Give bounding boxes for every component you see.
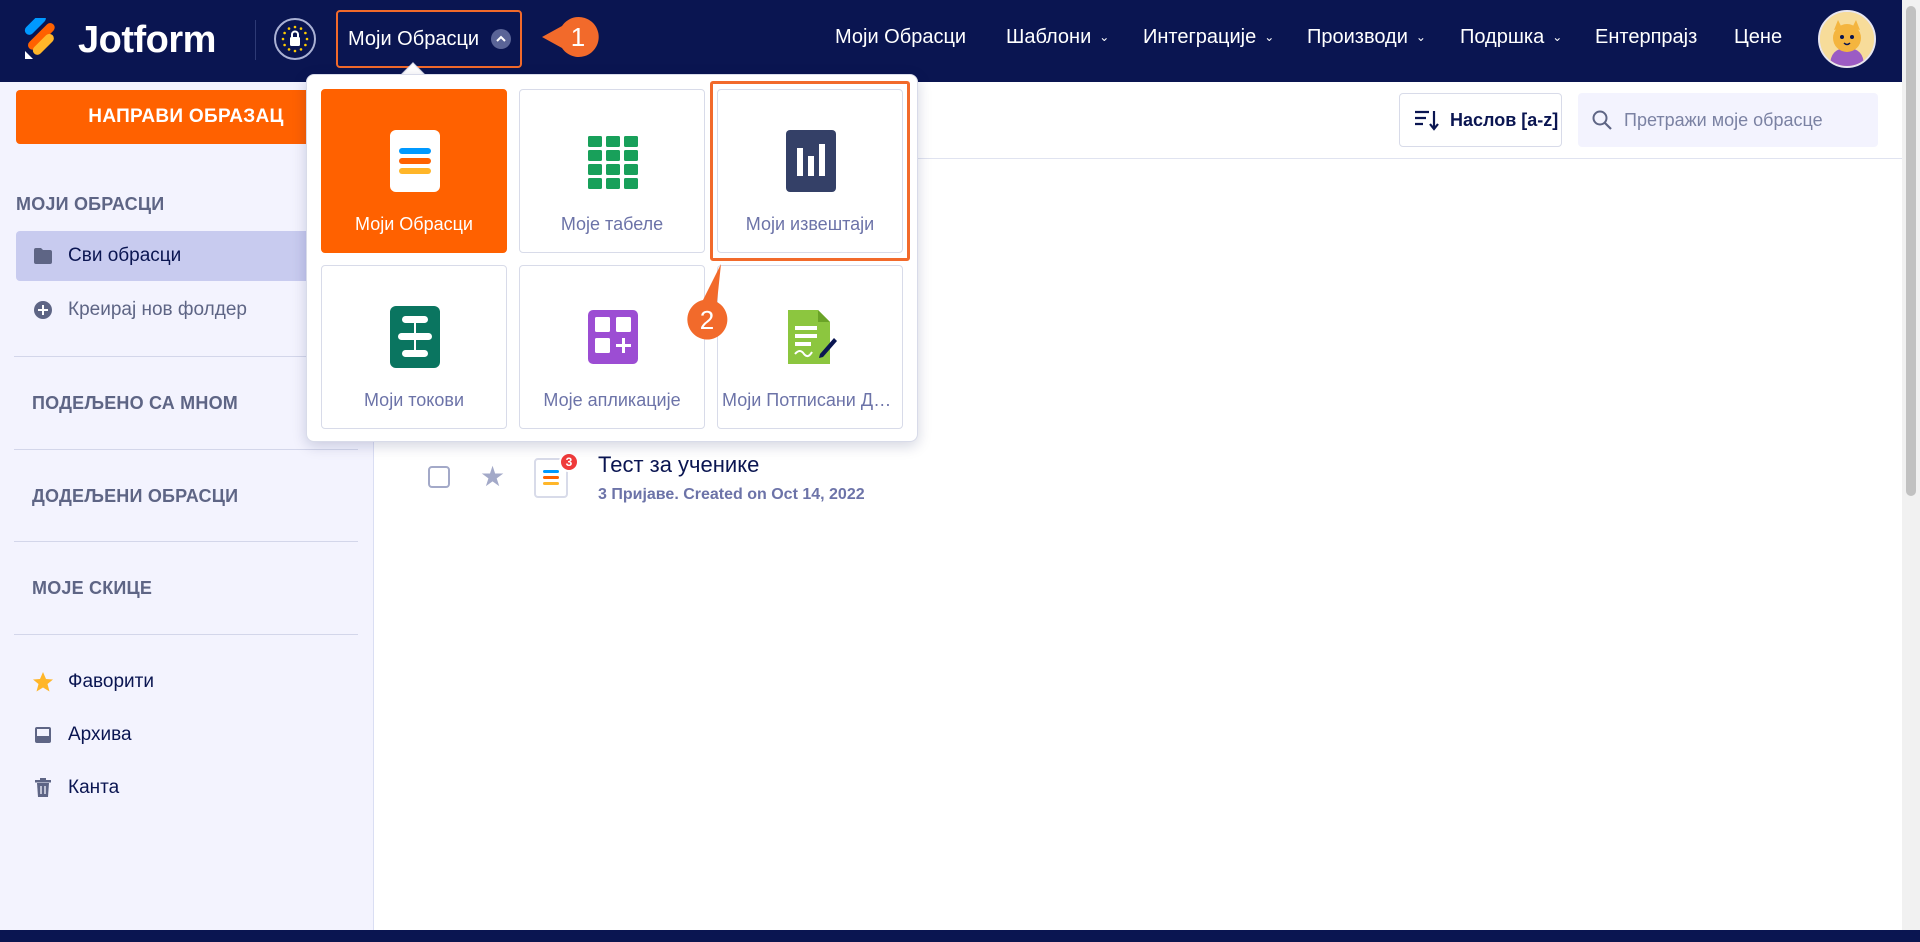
- search-input[interactable]: [1624, 109, 1874, 131]
- sort-icon: [1414, 109, 1440, 131]
- my-forms-section-title: МОЈИ ОБРАСЦИ: [16, 194, 165, 214]
- tile-my-workflows[interactable]: Моји токови: [321, 265, 507, 429]
- tile-label: Моје табеле: [560, 214, 664, 234]
- sidebar-item-create-folder[interactable]: Креирај нов фолдер: [16, 285, 356, 335]
- sidebar-item-assigned-forms[interactable]: ДОДЕЉЕНИ ОБРАСЦИ: [32, 486, 238, 507]
- logo-text: Jotform: [78, 18, 216, 61]
- top-navbar: Jotform Моји Обрасци 1 Моји Обрасци Шабл…: [0, 0, 1902, 82]
- form-list-item[interactable]: ★ 3 Тест за ученике 3 Пријаве. Created o…: [428, 452, 1328, 506]
- forms-icon: [388, 130, 442, 192]
- form-meta: 3 Пријаве. Created on Oct 14, 2022: [598, 486, 865, 503]
- create-form-button[interactable]: НАПРАВИ ОБРАЗАЦ: [16, 90, 356, 144]
- jotform-logo[interactable]: Jotform: [22, 13, 216, 62]
- favorite-star-icon[interactable]: ★: [480, 460, 505, 493]
- nav-label: Ентерпрајз: [1595, 26, 1698, 48]
- sidebar-divider: [14, 634, 358, 635]
- archive-icon: [32, 724, 54, 746]
- callout-2-number: 2: [700, 305, 714, 335]
- user-avatar[interactable]: [1818, 10, 1876, 68]
- nav-label: Подршка: [1460, 26, 1545, 48]
- step-2-highlight: [710, 81, 910, 261]
- chevron-down-icon: ⌄: [1264, 30, 1275, 44]
- sidebar-item-archive[interactable]: Архива: [16, 710, 356, 760]
- sidebar-item-shared-with-me[interactable]: ПОДЕЉЕНО СА МНОМ: [32, 393, 238, 414]
- step-1-callout: 1: [540, 14, 600, 60]
- nav-pricing[interactable]: Цене: [1734, 26, 1782, 49]
- sidebar-item-all-forms[interactable]: Сви обрасци: [16, 231, 356, 281]
- my-forms-dropdown-button[interactable]: Моји Обрасци: [336, 10, 522, 68]
- bottom-edge-bar: [0, 930, 1920, 942]
- page-scrollbar[interactable]: [1902, 0, 1920, 930]
- chevron-down-icon: ⌄: [1552, 30, 1563, 44]
- workflows-icon: [388, 306, 442, 368]
- tile-my-apps[interactable]: Моје апликације: [519, 265, 705, 429]
- apps-icon: [586, 306, 640, 368]
- sidebar-divider: [14, 541, 358, 542]
- sort-label: Наслов [a-z]: [1450, 109, 1559, 130]
- sidebar-item-label: Канта: [68, 777, 120, 798]
- form-checkbox[interactable]: [428, 466, 450, 488]
- tile-label: Моји Обрасци: [355, 214, 473, 234]
- nav-support[interactable]: Подршка ⌄: [1460, 26, 1562, 49]
- tile-my-forms[interactable]: Моји Обрасци: [321, 89, 507, 253]
- folder-icon: [32, 245, 54, 267]
- header-divider: [255, 20, 256, 60]
- search-icon: [1592, 110, 1612, 130]
- tile-my-signed-documents[interactable]: Моји Потписани Документи: [717, 265, 903, 429]
- nav-label: Производи: [1307, 26, 1408, 48]
- sidebar-item-label: Архива: [68, 724, 132, 745]
- step-2-callout: 2: [683, 262, 733, 346]
- sign-icon: [784, 306, 838, 368]
- sidebar-item-favorites[interactable]: Фаворити: [16, 657, 356, 707]
- tile-label: Моји токови: [363, 390, 465, 410]
- trash-icon: [32, 777, 54, 799]
- nav-integrations[interactable]: Интеграције ⌄: [1143, 26, 1274, 49]
- my-forms-button-label: Моји Обрасци: [348, 27, 480, 50]
- plus-circle-icon: [32, 299, 54, 321]
- nav-label: Шаблони: [1006, 26, 1092, 48]
- star-icon: [32, 671, 54, 693]
- nav-label: Моји Обрасци: [835, 26, 967, 48]
- nav-my-forms[interactable]: Моји Обрасци: [835, 26, 966, 49]
- tile-label: Моје апликације: [543, 390, 681, 410]
- sort-button[interactable]: Наслов [a-z]: [1399, 93, 1562, 147]
- nav-products[interactable]: Производи ⌄: [1307, 26, 1426, 49]
- submissions-badge: 3: [559, 452, 579, 472]
- nav-label: Интеграције: [1143, 26, 1257, 48]
- nav-enterprise[interactable]: Ентерпрајз: [1595, 26, 1697, 49]
- scrollbar-thumb[interactable]: [1906, 6, 1916, 496]
- chevron-down-icon: ⌄: [1099, 30, 1110, 44]
- tile-label: Моји Потписани Документи: [722, 390, 902, 410]
- sidebar-item-label: Фаворити: [68, 671, 154, 692]
- eu-gdpr-lock-icon[interactable]: [274, 18, 316, 60]
- sidebar-item-label: Креирај нов фолдер: [68, 299, 247, 320]
- chevron-up-icon: [491, 29, 512, 49]
- sidebar-item-trash[interactable]: Канта: [16, 763, 356, 813]
- chevron-down-icon: ⌄: [1415, 30, 1426, 44]
- search-box: [1578, 93, 1878, 147]
- sidebar-item-label: Сви обрасци: [68, 245, 182, 266]
- nav-label: Цене: [1734, 26, 1783, 48]
- sidebar-item-my-drafts[interactable]: МОЈЕ СКИЦЕ: [32, 578, 152, 599]
- form-title[interactable]: Тест за ученике: [598, 452, 759, 478]
- callout-1-number: 1: [571, 22, 585, 52]
- sidebar-divider: [14, 449, 358, 450]
- tile-my-tables[interactable]: Моје табеле: [519, 89, 705, 253]
- tables-icon: [586, 130, 640, 192]
- jotform-logo-icon: [22, 13, 62, 62]
- nav-templates[interactable]: Шаблони ⌄: [1006, 26, 1109, 49]
